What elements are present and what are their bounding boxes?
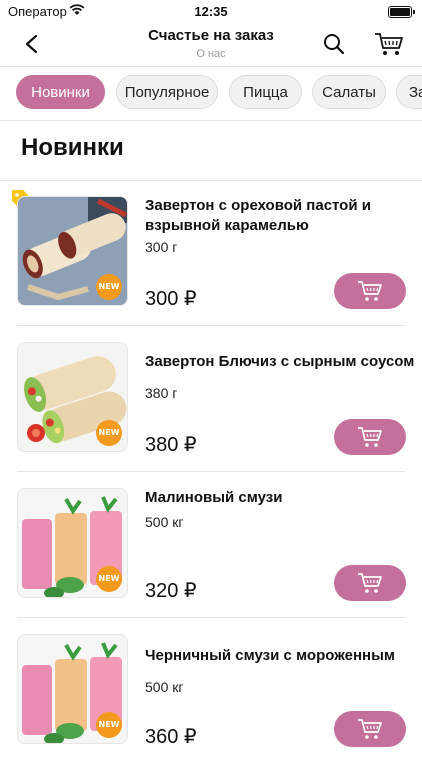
add-to-cart-button[interactable] xyxy=(334,711,406,747)
new-badge: NEW xyxy=(96,420,122,446)
product-image-blueberry-smoothie[interactable]: NEW xyxy=(17,634,128,744)
navigation-bar: Счастье на заказ О нас xyxy=(0,24,422,67)
cart-icon[interactable] xyxy=(373,29,405,59)
search-icon[interactable] xyxy=(320,30,348,58)
cart-icon xyxy=(358,719,382,739)
new-badge: NEW xyxy=(96,712,122,738)
new-badge: NEW xyxy=(96,274,122,300)
tab-populyarnoe[interactable]: Популярное xyxy=(116,75,218,109)
page-subtitle: О нас xyxy=(196,48,226,60)
product-weight: 500 кг xyxy=(145,514,184,530)
tab-novinki[interactable]: Новинки xyxy=(16,75,105,109)
add-to-cart-button[interactable] xyxy=(334,565,406,601)
back-chevron-icon[interactable] xyxy=(18,30,46,58)
page-title: Счастье на заказ xyxy=(148,27,274,44)
tab-zakuski[interactable]: Зак xyxy=(396,75,422,109)
add-to-cart-button[interactable] xyxy=(334,419,406,455)
cart-icon xyxy=(358,281,382,301)
product-card[interactable]: NEW Черничный смузи с мороженным 500 кг … xyxy=(0,618,422,764)
tab-pizza[interactable]: Пицца xyxy=(229,75,302,109)
product-name[interactable]: Малиновый смузи xyxy=(145,488,415,508)
cart-icon xyxy=(358,427,382,447)
product-name[interactable]: Завертон Блючиз с сырным соусом xyxy=(145,352,422,372)
product-card[interactable]: NEW Малиновый смузи 500 кг 320 ₽ xyxy=(0,472,422,618)
product-price: 380 ₽ xyxy=(145,434,197,456)
product-card[interactable]: NEW Завертон с ореховой пастой и взрывно… xyxy=(0,180,422,326)
product-price: 360 ₽ xyxy=(145,726,197,748)
tab-salads[interactable]: Салаты xyxy=(312,75,386,109)
cart-icon xyxy=(358,573,382,593)
new-badge: NEW xyxy=(96,566,122,592)
product-price: 320 ₽ xyxy=(145,580,197,602)
add-to-cart-button[interactable] xyxy=(334,273,406,309)
product-weight: 300 г xyxy=(145,239,178,255)
product-image-shawarma-cheese[interactable]: NEW xyxy=(17,342,128,452)
product-weight: 380 г xyxy=(145,385,178,401)
section-title: Новинки xyxy=(21,134,124,161)
product-weight: 500 кг xyxy=(145,679,184,695)
product-name[interactable]: Черничный смузи с мороженным xyxy=(145,646,422,666)
product-price: 300 ₽ xyxy=(145,288,197,310)
product-name[interactable]: Завертон с ореховой пастой и взрывной ка… xyxy=(145,196,415,236)
battery-icon xyxy=(388,6,415,18)
nav-titles[interactable]: Счастье на заказ О нас xyxy=(100,27,322,60)
category-tabs: Новинки Популярное Пицца Салаты Зак xyxy=(0,66,422,121)
status-bar: Оператор 12:35 xyxy=(0,0,422,24)
product-image-shawarma-caramel[interactable]: NEW xyxy=(17,196,128,306)
product-image-raspberry-smoothie[interactable]: NEW xyxy=(17,488,128,598)
product-card[interactable]: NEW Завертон Блючиз с сырным соусом 380 … xyxy=(0,326,422,472)
clock: 12:35 xyxy=(194,4,228,19)
